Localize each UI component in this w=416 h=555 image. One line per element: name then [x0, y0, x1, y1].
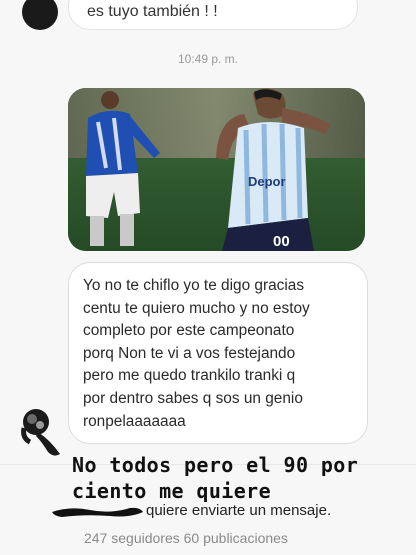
celebration-photo-image: Depor 00: [68, 88, 365, 251]
svg-text:Depor: Depor: [248, 174, 286, 189]
previous-message-text: es tuyo también ! !: [87, 3, 218, 20]
message-bubble: Yo no te chiflo yo te digo gracias centu…: [68, 262, 368, 444]
message-line: centu te quiero mucho y no estoy: [83, 299, 310, 317]
previous-message-bubble: es tuyo también ! !: [68, 0, 358, 30]
caption-line-2: ciento me quiere: [72, 479, 272, 503]
recipient-avatar[interactable]: [22, 0, 58, 30]
avatar-icon[interactable]: [14, 404, 70, 460]
message-line: pero me quedo trankilo tranki q: [83, 367, 296, 385]
caption-line-1: No todos pero el 90 por: [72, 453, 359, 477]
message-line: ronpelaaaaaaa: [83, 412, 186, 430]
profile-stats: 247 seguidores 60 publicaciones: [84, 530, 288, 546]
message-line: completo por este campeonato: [83, 322, 295, 340]
shared-photo[interactable]: Depor 00: [68, 88, 365, 251]
message-timestamp: 10:49 p. m.: [177, 52, 239, 66]
message-line: por dentro sabes q sos un genio: [83, 389, 303, 407]
scribble-redaction: [52, 507, 143, 517]
svg-text:00: 00: [273, 233, 290, 250]
message-line: porq Non te vi a vos festejando: [83, 344, 296, 362]
message-request-text: quiere enviarte un mensaje.: [146, 502, 332, 519]
message-line: Yo no te chiflo yo te digo gracias: [83, 277, 305, 294]
